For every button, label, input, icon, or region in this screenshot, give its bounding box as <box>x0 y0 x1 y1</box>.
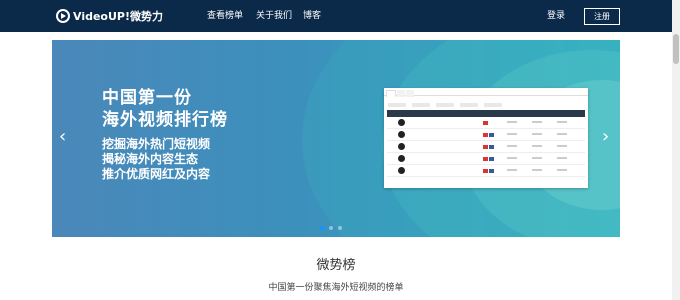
carousel-next-arrow-icon[interactable]: › <box>602 128 609 146</box>
preview-filter <box>388 103 406 107</box>
register-button[interactable]: 注册 <box>584 8 620 25</box>
preview-value <box>532 169 542 171</box>
preview-value <box>557 133 567 135</box>
nav-link-about[interactable]: 关于我们 <box>256 10 292 22</box>
banner-carousel: 中国第一份 海外视频排行榜 挖掘海外热门短视频 揭秘海外内容生态 推介优质网红及… <box>52 40 620 237</box>
preview-value <box>532 145 542 147</box>
preview-avatar <box>398 155 405 162</box>
carousel-dot[interactable] <box>320 226 324 230</box>
logo-text: VideoUP!微势力 <box>73 10 163 23</box>
banner-title-line: 海外视频排行榜 <box>102 110 228 130</box>
vertical-scrollbar[interactable] <box>672 0 680 300</box>
preview-avatar <box>398 131 405 138</box>
preview-value <box>507 121 517 123</box>
preview-tab <box>386 90 396 97</box>
banner-sub-line: 挖掘海外热门短视频 <box>102 137 211 151</box>
preview-row <box>387 165 585 177</box>
preview-value <box>557 169 567 171</box>
banner-sub-line: 揭秘海外内容生态 <box>102 152 199 166</box>
preview-tabs <box>384 88 588 97</box>
preview-table-header <box>387 110 585 117</box>
carousel-dot[interactable] <box>338 226 342 230</box>
preview-tab <box>397 90 405 97</box>
preview-flag-icon <box>489 169 494 173</box>
login-link[interactable]: 登录 <box>547 10 565 22</box>
preview-value <box>507 133 517 135</box>
preview-avatar <box>398 119 405 126</box>
navbar: VideoUP!微势力 查看榜单 关于我们 博客 登录 注册 <box>0 0 680 32</box>
preview-avatar <box>398 167 405 174</box>
preview-value <box>557 145 567 147</box>
section-subtitle: 中国第一份聚焦海外短视频的榜单 <box>268 283 404 293</box>
carousel-dot[interactable] <box>329 226 333 230</box>
banner-title: 中国第一份 海外视频排行榜 <box>102 87 228 131</box>
preview-filters <box>384 96 588 110</box>
preview-tab <box>406 90 414 97</box>
preview-row <box>387 129 585 141</box>
preview-flag-icon <box>489 133 494 137</box>
preview-value <box>557 121 567 123</box>
preview-value <box>507 157 517 159</box>
preview-filter <box>436 103 454 107</box>
preview-value <box>507 145 517 147</box>
preview-flag-icon <box>483 169 488 173</box>
nav-link-blog[interactable]: 博客 <box>303 10 321 22</box>
preview-flag-icon <box>483 157 488 161</box>
logo[interactable]: VideoUP!微势力 <box>56 8 163 24</box>
nav-link-rankings[interactable]: 查看榜单 <box>207 10 243 22</box>
banner-subtitle: 挖掘海外热门短视频 揭秘海外内容生态 推介优质网红及内容 <box>102 137 210 182</box>
page: VideoUP!微势力 查看榜单 关于我们 博客 登录 注册 中国第一份 海外视… <box>0 0 680 300</box>
preview-flag-icon <box>483 145 488 149</box>
preview-avatar <box>398 143 405 150</box>
ranking-table-preview-image <box>384 88 588 188</box>
banner-title-line: 中国第一份 <box>102 88 192 108</box>
play-logo-icon <box>56 9 70 23</box>
scrollbar-thumb[interactable] <box>673 34 679 64</box>
preview-row <box>387 141 585 153</box>
banner-sub-line: 推介优质网红及内容 <box>102 167 211 181</box>
preview-value <box>532 133 542 135</box>
carousel-prev-arrow-icon[interactable]: ‹ <box>59 128 66 146</box>
preview-filter <box>412 103 430 107</box>
preview-value <box>507 169 517 171</box>
preview-value <box>532 157 542 159</box>
preview-row <box>387 117 585 129</box>
preview-value <box>532 121 542 123</box>
preview-filter <box>484 103 502 107</box>
preview-row <box>387 153 585 165</box>
preview-flag-icon <box>483 133 488 137</box>
preview-value <box>557 157 567 159</box>
carousel-indicators <box>320 226 342 230</box>
section-title: 微势榜 <box>316 258 356 273</box>
preview-filter <box>460 103 478 107</box>
preview-flag-icon <box>489 157 494 161</box>
preview-flag-icon <box>489 145 494 149</box>
preview-flag-icon <box>483 121 488 125</box>
